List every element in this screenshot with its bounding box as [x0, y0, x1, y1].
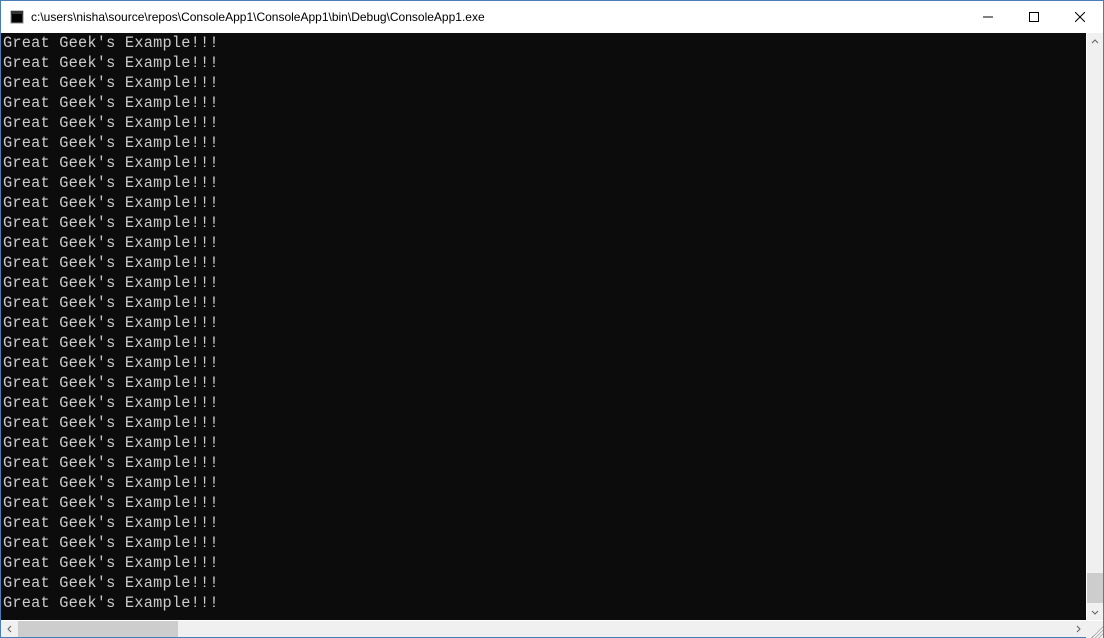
- maximize-button[interactable]: [1011, 1, 1057, 33]
- scroll-corner: [1086, 621, 1103, 638]
- scroll-down-arrow-icon[interactable]: [1087, 603, 1103, 620]
- vertical-scrollbar[interactable]: [1086, 33, 1103, 620]
- app-window: c:\users\nisha\source\repos\ConsoleApp1\…: [1, 1, 1103, 637]
- resize-grip-icon[interactable]: [1091, 626, 1103, 638]
- scroll-up-arrow-icon[interactable]: [1087, 33, 1103, 50]
- app-icon: [9, 9, 25, 25]
- minimize-button[interactable]: [965, 1, 1011, 33]
- window-title: c:\users\nisha\source\repos\ConsoleApp1\…: [31, 10, 965, 24]
- vertical-scroll-track[interactable]: [1087, 50, 1103, 603]
- horizontal-scroll-thumb[interactable]: [18, 621, 178, 637]
- close-button[interactable]: [1057, 1, 1103, 33]
- titlebar[interactable]: c:\users\nisha\source\repos\ConsoleApp1\…: [1, 1, 1103, 33]
- console-output[interactable]: Great Geek's Example!!! Great Geek's Exa…: [1, 33, 1086, 620]
- horizontal-scrollbar[interactable]: [1, 620, 1103, 637]
- scroll-left-arrow-icon[interactable]: [1, 621, 18, 637]
- horizontal-scroll-track[interactable]: [18, 621, 1069, 637]
- window-controls: [965, 1, 1103, 33]
- vertical-scroll-thumb[interactable]: [1087, 573, 1103, 603]
- console-content-wrap: Great Geek's Example!!! Great Geek's Exa…: [1, 33, 1103, 620]
- scroll-right-arrow-icon[interactable]: [1069, 621, 1086, 637]
